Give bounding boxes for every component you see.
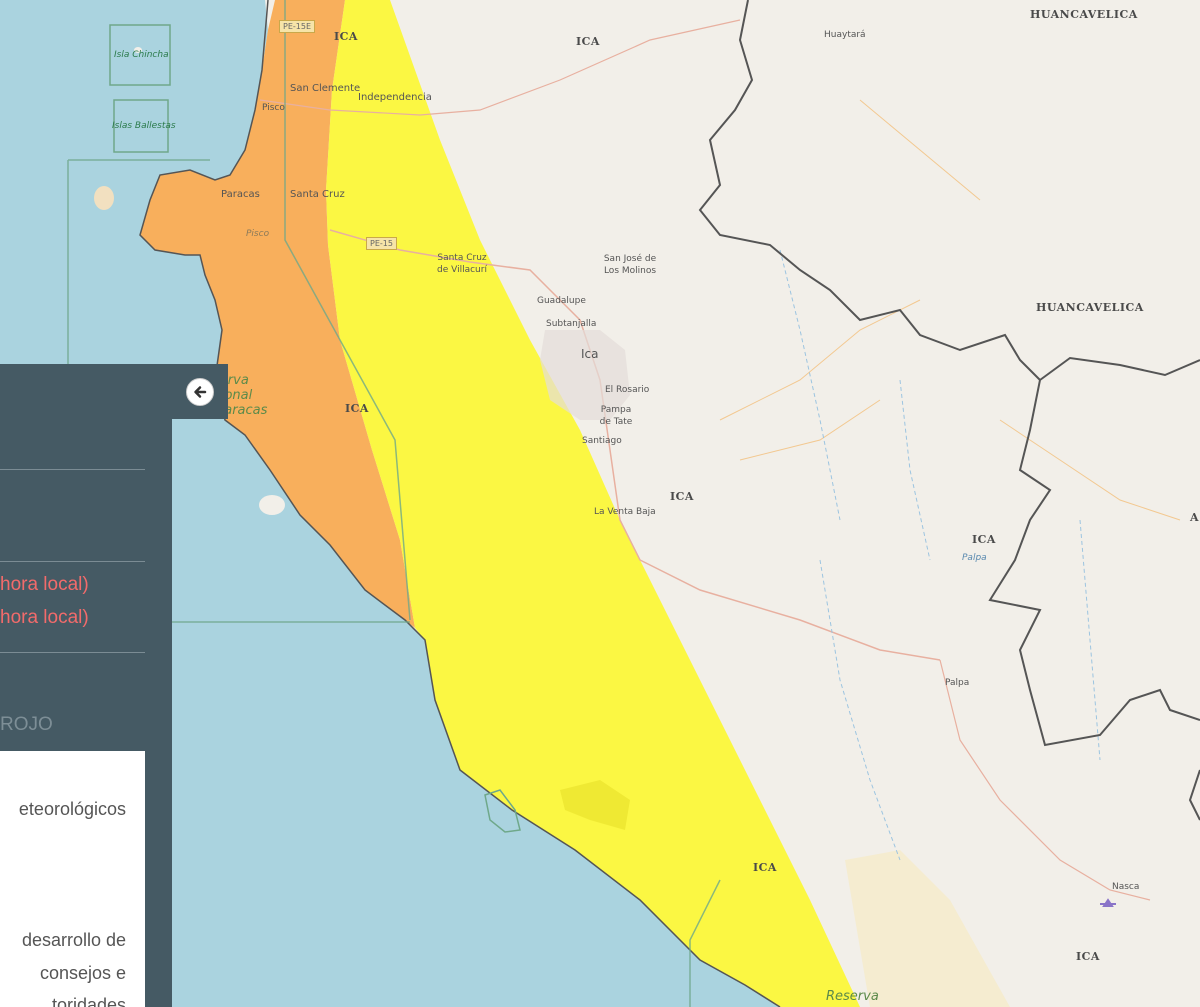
region-label-huancavelica: HUANCAVELICA bbox=[1030, 8, 1138, 21]
island-label: Isla Chincha bbox=[114, 50, 169, 60]
island-label: Islas Ballestas bbox=[112, 121, 176, 131]
region-label-ica: ICA bbox=[670, 490, 694, 503]
map-canvas[interactable] bbox=[0, 0, 1200, 1007]
place-label: Palpa bbox=[945, 678, 970, 688]
place-label: Guadalupe bbox=[537, 296, 586, 306]
alert-end-time: hora local) bbox=[0, 607, 89, 628]
island bbox=[94, 186, 114, 210]
panel-divider bbox=[0, 469, 145, 470]
partial-region-label: A bbox=[1190, 511, 1200, 524]
island bbox=[259, 495, 285, 515]
region-label-huancavelica: HUANCAVELICA bbox=[1036, 301, 1144, 314]
alert-start-time: hora local) bbox=[0, 574, 89, 595]
alert-level-label: ROJO bbox=[0, 714, 53, 735]
place-label: Huaytará bbox=[824, 30, 866, 40]
panel-divider bbox=[0, 561, 145, 562]
region-label-ica: ICA bbox=[1076, 950, 1100, 963]
place-label: Santa Cruz de Villacurí bbox=[437, 253, 487, 275]
place-label: Ica bbox=[581, 347, 599, 361]
description-line: toridades bbox=[51, 995, 126, 1007]
region-label-ica: ICA bbox=[576, 35, 600, 48]
region-label-ica: ICA bbox=[972, 533, 996, 546]
description-line: desarrollo de bbox=[21, 930, 126, 950]
arrow-left-icon bbox=[194, 386, 207, 398]
collapse-panel-button[interactable] bbox=[186, 378, 214, 406]
description-line: eteorológicos bbox=[18, 799, 126, 819]
region-label-ica: ICA bbox=[345, 402, 369, 415]
place-label: Pisco bbox=[262, 103, 285, 113]
place-label: Santa Cruz bbox=[290, 189, 345, 200]
place-label: San Clemente bbox=[290, 83, 361, 94]
place-label: Palpa bbox=[962, 553, 987, 563]
reserve-label: Reserva bbox=[826, 989, 879, 1004]
place-label: El Rosario bbox=[605, 385, 650, 395]
place-label: Subtanjalla bbox=[546, 319, 597, 329]
region-label-ica: ICA bbox=[753, 861, 777, 874]
region-label-ica: ICA bbox=[334, 30, 358, 43]
place-label: San José de Los Molinos bbox=[603, 254, 657, 276]
place-label: Santiago bbox=[582, 436, 622, 446]
alert-description-card: eteorológicos desarrollo de consejos e t… bbox=[0, 751, 145, 1007]
place-label: Nasca bbox=[1112, 882, 1140, 892]
place-label: La Venta Baja bbox=[594, 507, 656, 517]
road-shield: PE-15E bbox=[279, 20, 315, 33]
place-label: Paracas bbox=[221, 189, 260, 200]
place-label: Pampa de Tate bbox=[599, 405, 633, 427]
place-label: Independencia bbox=[358, 92, 432, 103]
road-shield: PE-15 bbox=[366, 237, 397, 250]
panel-divider bbox=[0, 652, 145, 653]
description-line: consejos e bbox=[39, 963, 126, 983]
place-label: Pisco bbox=[246, 229, 270, 239]
